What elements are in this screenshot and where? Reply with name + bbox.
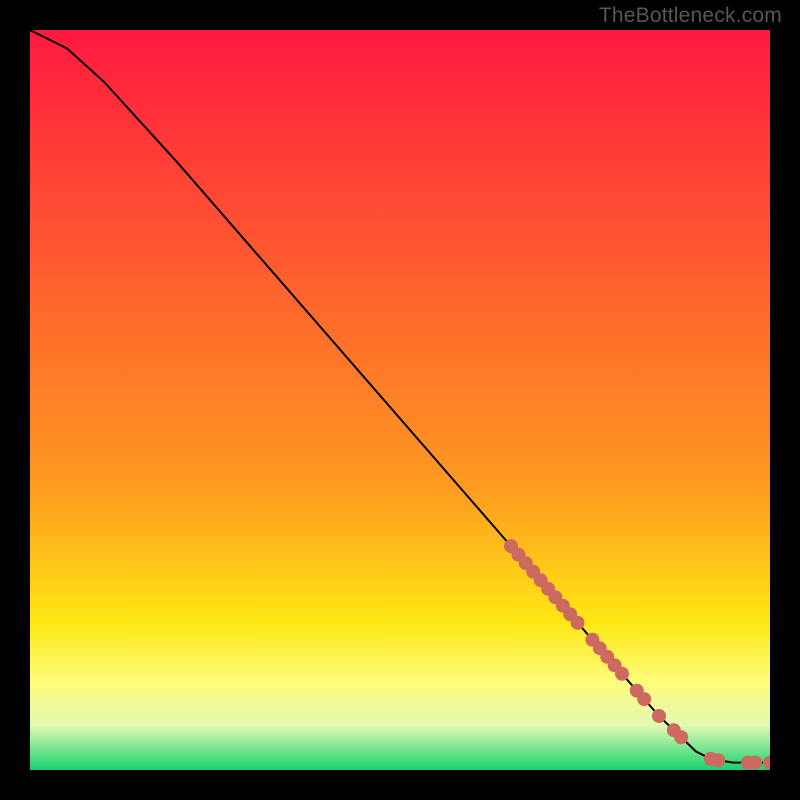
chart-svg [30, 30, 770, 770]
gradient-background [30, 30, 770, 770]
marker-dot [615, 667, 629, 681]
marker-dot [711, 753, 725, 767]
plot-area [30, 30, 770, 770]
chart-frame: TheBottleneck.com [0, 0, 800, 800]
watermark-text: TheBottleneck.com [599, 4, 782, 28]
marker-dot [674, 730, 688, 744]
marker-dot [571, 616, 585, 630]
marker-dot [748, 756, 762, 770]
marker-dot [652, 709, 666, 723]
marker-dot [637, 692, 651, 706]
